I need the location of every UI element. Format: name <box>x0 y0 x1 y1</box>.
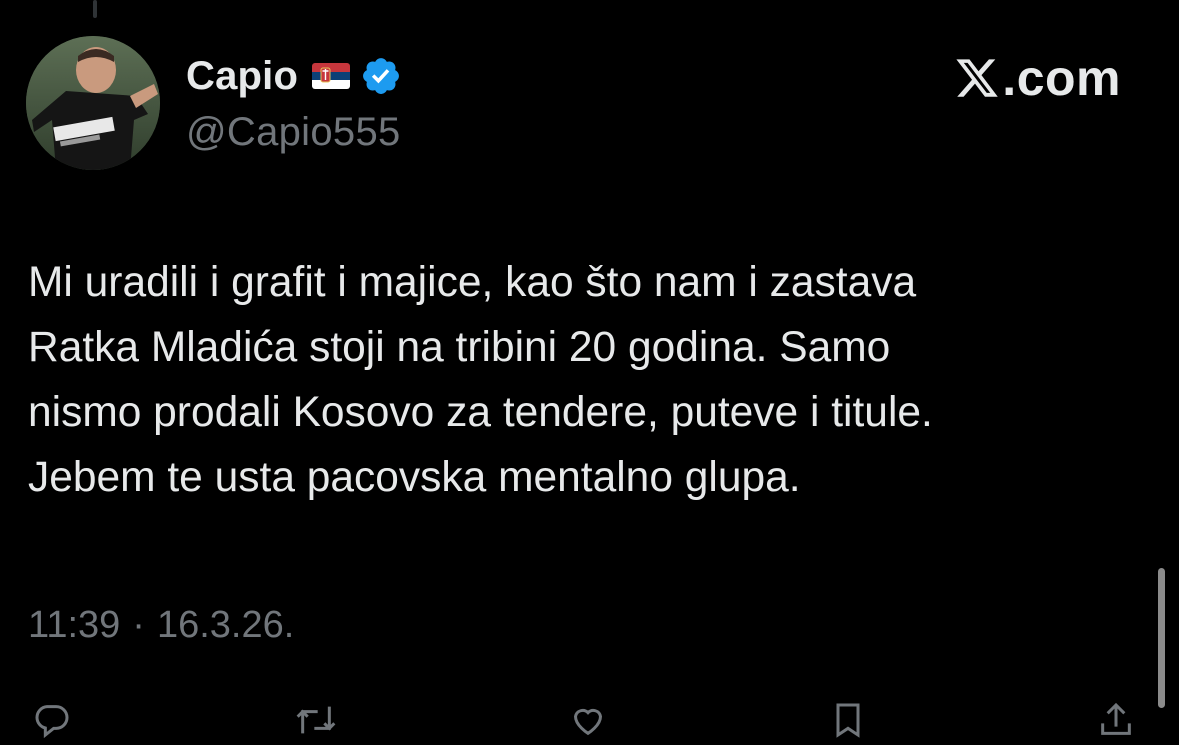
share-icon[interactable] <box>1094 700 1138 740</box>
user-handle[interactable]: @Capio555 <box>186 110 402 155</box>
watermark: .com <box>954 50 1121 106</box>
avatar[interactable] <box>26 36 160 170</box>
tweet-text-line: Jebem te usta pacovska mentalno glupa. <box>28 454 801 501</box>
author-block: Capio @Capio555 <box>186 52 402 155</box>
avatar-photo <box>26 36 160 170</box>
scrollbar-thumb[interactable] <box>1158 568 1165 708</box>
name-row: Capio <box>186 52 402 100</box>
tweet-date: 16.3.26. <box>156 604 295 646</box>
action-bar <box>0 694 1179 739</box>
like-icon[interactable] <box>566 700 610 740</box>
verified-badge-icon[interactable] <box>360 55 402 97</box>
watermark-text: .com <box>1002 50 1121 106</box>
x-logo-icon <box>954 55 1000 101</box>
tweet-text-line: nismo prodali Kosovo za tendere, puteve … <box>28 389 933 436</box>
tweet-time: 11:39 <box>28 604 121 646</box>
retweet-icon[interactable] <box>288 700 336 740</box>
bookmark-icon[interactable] <box>826 700 870 740</box>
serbia-flag-icon <box>312 63 351 89</box>
meta-separator: · <box>132 604 145 646</box>
tweet-timestamp[interactable]: 11:39 · 16.3.26. <box>28 604 294 647</box>
thread-connector-line <box>93 0 97 18</box>
display-name[interactable]: Capio <box>186 54 298 99</box>
reply-icon[interactable] <box>30 700 74 740</box>
tweet-text-line: Mi uradili i grafit i majice, kao što na… <box>28 259 917 306</box>
tweet-text-line: Ratka Mladića stoji na tribini 20 godina… <box>28 324 891 371</box>
tweet-text: Mi uradili i grafit i majice, kao što na… <box>28 250 1138 510</box>
